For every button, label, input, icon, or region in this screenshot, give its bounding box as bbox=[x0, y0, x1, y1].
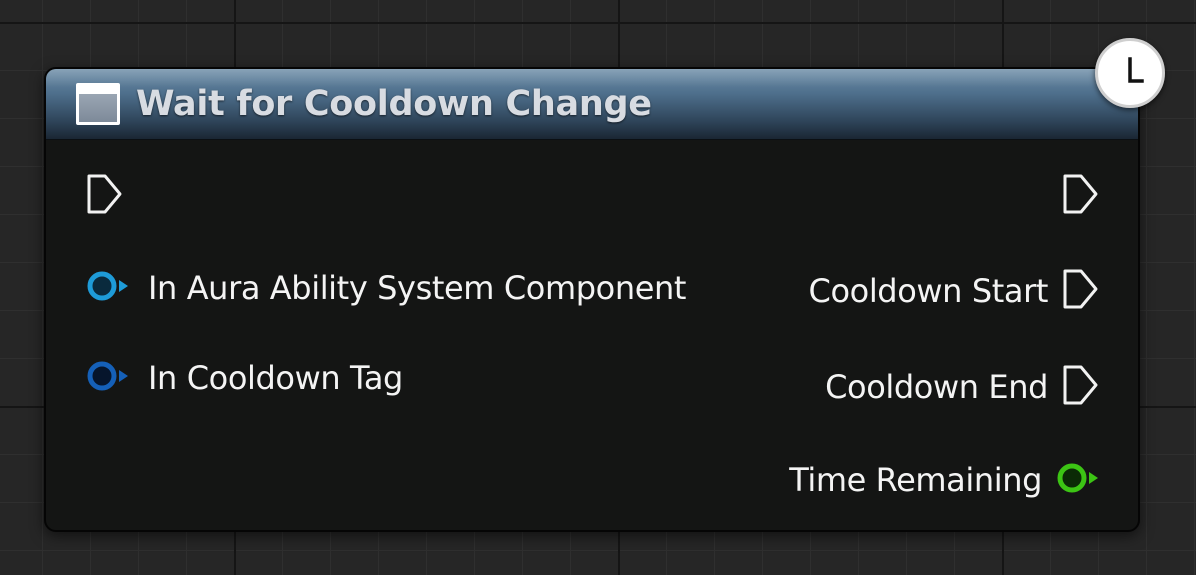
output-pin-time-remaining[interactable]: Time Remaining bbox=[789, 460, 1100, 500]
input-pin-ability-system-component[interactable]: In Aura Ability System Component bbox=[86, 268, 686, 308]
float-pin-icon[interactable] bbox=[1056, 463, 1100, 497]
exec-pin-icon[interactable] bbox=[1062, 365, 1100, 409]
node-header[interactable]: Wait for Cooldown Change bbox=[46, 69, 1138, 140]
output-pin-cooldown-start[interactable]: Cooldown Start bbox=[808, 269, 1100, 313]
clock-icon bbox=[1095, 38, 1165, 108]
exec-pin-icon[interactable] bbox=[86, 174, 124, 218]
input-pin-cooldown-tag[interactable]: In Cooldown Tag bbox=[86, 358, 403, 398]
exec-output-pin[interactable] bbox=[1062, 174, 1100, 218]
exec-pin-icon[interactable] bbox=[1062, 174, 1100, 218]
pin-label: In Aura Ability System Component bbox=[148, 269, 687, 307]
node-title: Wait for Cooldown Change bbox=[136, 84, 652, 124]
pin-label: Cooldown End bbox=[825, 368, 1048, 406]
pin-label: In Cooldown Tag bbox=[148, 359, 403, 397]
struct-pin-icon[interactable] bbox=[86, 361, 130, 395]
pin-label: Time Remaining bbox=[789, 461, 1042, 499]
exec-pin-icon[interactable] bbox=[1062, 269, 1100, 313]
object-pin-icon[interactable] bbox=[86, 271, 130, 305]
pin-label: Cooldown Start bbox=[808, 272, 1049, 310]
output-pin-cooldown-end[interactable]: Cooldown End bbox=[825, 365, 1100, 409]
function-node-icon bbox=[76, 83, 120, 125]
exec-input-pin[interactable] bbox=[86, 174, 124, 218]
